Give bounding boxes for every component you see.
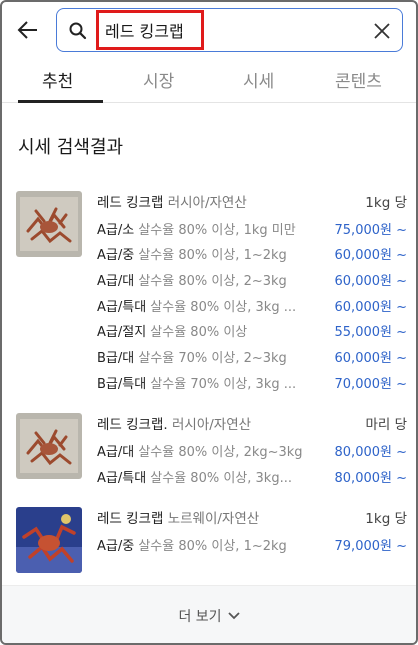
price-value: 75,000원 ~ bbox=[334, 223, 407, 238]
grade-label: B급/특대 bbox=[97, 377, 147, 392]
price-row[interactable]: A급/특대 살수율 80% 이상, 3kg ... 60,000원 ~ bbox=[97, 296, 407, 316]
price-value: 60,000원 ~ bbox=[334, 351, 407, 366]
grade-label: A급/중 bbox=[97, 539, 135, 554]
price-row[interactable]: A급/중 살수율 80% 이상, 1~2kg 79,000원 ~ bbox=[97, 535, 407, 555]
price-value: 55,000원 ~ bbox=[334, 325, 407, 340]
price-row[interactable]: A급/소 살수율 80% 이상, 1kg 미만 75,000원 ~ bbox=[97, 219, 407, 239]
grade-label: B급/대 bbox=[97, 351, 135, 366]
tab-market[interactable]: 시장 bbox=[143, 67, 174, 92]
search-box[interactable] bbox=[56, 8, 403, 52]
grade-desc: 살수율 80% 이상, 2~3kg bbox=[138, 274, 287, 289]
grade-desc: 살수율 70% 이상, 2~3kg bbox=[138, 351, 287, 366]
grade-label: A급/절지 bbox=[97, 325, 147, 340]
product-origin: 러시아/자연산 bbox=[167, 195, 247, 211]
product-unit: 마리 당 bbox=[365, 417, 407, 433]
product-origin: 러시아/자연산 bbox=[171, 417, 252, 433]
grade-desc: 살수율 70% 이상, 3kg ... bbox=[150, 377, 297, 392]
grade-desc: 살수율 80% 이상, 2kg~3kg bbox=[138, 445, 303, 460]
price-value: 60,000원 ~ bbox=[334, 248, 407, 263]
product-header: 레드 킹크랩 노르웨이/자연산 1kg 당 bbox=[97, 507, 407, 527]
product-unit: 1kg 당 bbox=[365, 195, 407, 211]
grade-label: A급/특대 bbox=[97, 471, 147, 486]
product-name: 레드 킹크랩 bbox=[97, 195, 164, 211]
header bbox=[2, 2, 416, 58]
highlight-box bbox=[96, 10, 204, 50]
price-row[interactable]: B급/대 살수율 70% 이상, 2~3kg 60,000원 ~ bbox=[97, 347, 407, 367]
product-origin: 노르웨이/자연산 bbox=[167, 511, 260, 527]
grade-label: A급/소 bbox=[97, 223, 135, 238]
tab-bar: 추천 시장 시세 콘텐츠 bbox=[2, 58, 416, 103]
product-thumbnail bbox=[16, 191, 82, 257]
arrow-left-icon bbox=[17, 21, 37, 39]
price-row[interactable]: A급/절지 살수율 80% 이상 55,000원 ~ bbox=[97, 321, 407, 341]
grade-desc: 살수율 80% 이상, 3kg... bbox=[150, 471, 292, 486]
price-row[interactable]: A급/대 살수율 80% 이상, 2kg~3kg 80,000원 ~ bbox=[97, 441, 407, 461]
grade-desc: 살수율 80% 이상, 3kg ... bbox=[150, 300, 297, 315]
tab-contents[interactable]: 콘텐츠 bbox=[335, 67, 382, 92]
grade-desc: 살수율 80% 이상, 1~2kg bbox=[138, 248, 287, 263]
section-title: 시세 검색결과 bbox=[18, 137, 124, 158]
grade-desc: 살수율 80% 이상, 1~2kg bbox=[138, 539, 287, 554]
price-row[interactable]: B급/특대 살수율 70% 이상, 3kg ... 70,000원 ~ bbox=[97, 373, 407, 393]
product-header: 레드 킹크랩. 러시아/자연산 마리 당 bbox=[97, 413, 407, 433]
price-value: 60,000원 ~ bbox=[334, 300, 407, 315]
grade-desc: 살수율 80% 이상 bbox=[150, 325, 248, 340]
clear-button[interactable] bbox=[370, 19, 394, 43]
price-value: 79,000원 ~ bbox=[334, 539, 407, 554]
more-bar: 더 보기 bbox=[2, 585, 416, 643]
grade-label: A급/특대 bbox=[97, 300, 147, 315]
back-button[interactable] bbox=[10, 12, 46, 48]
chevron-down-icon bbox=[227, 611, 240, 619]
price-value: 60,000원 ~ bbox=[334, 274, 407, 289]
more-label: 더 보기 bbox=[178, 608, 222, 625]
tab-recommend[interactable]: 추천 bbox=[42, 67, 73, 92]
close-icon bbox=[374, 23, 390, 39]
tab-price[interactable]: 시세 bbox=[243, 67, 274, 92]
search-icon bbox=[69, 22, 87, 40]
price-value: 80,000원 ~ bbox=[334, 445, 407, 460]
grade-label: A급/대 bbox=[97, 274, 135, 289]
product-name: 레드 킹크랩. bbox=[97, 417, 168, 433]
product-header: 레드 킹크랩 러시아/자연산 1kg 당 bbox=[97, 191, 407, 211]
product-unit: 1kg 당 bbox=[365, 511, 407, 527]
product-thumbnail bbox=[16, 507, 82, 573]
app-frame: 추천 시장 시세 콘텐츠 시세 검색결과 레드 킹크랩 러시아/자연산 1kg … bbox=[0, 0, 418, 645]
price-row[interactable]: A급/대 살수율 80% 이상, 2~3kg 60,000원 ~ bbox=[97, 270, 407, 290]
price-row[interactable]: A급/특대 살수율 80% 이상, 3kg... 80,000원 ~ bbox=[97, 467, 407, 487]
grade-desc: 살수율 80% 이상, 1kg 미만 bbox=[138, 223, 296, 238]
more-button[interactable]: 더 보기 bbox=[2, 586, 416, 643]
price-value: 70,000원 ~ bbox=[334, 377, 407, 392]
product-thumbnail bbox=[16, 413, 82, 479]
product-name: 레드 킹크랩 bbox=[97, 511, 164, 527]
price-value: 80,000원 ~ bbox=[334, 471, 407, 486]
tab-active-indicator bbox=[18, 100, 103, 103]
grade-label: A급/중 bbox=[97, 248, 135, 263]
price-row[interactable]: A급/중 살수율 80% 이상, 1~2kg 60,000원 ~ bbox=[97, 244, 407, 264]
grade-label: A급/대 bbox=[97, 445, 135, 460]
